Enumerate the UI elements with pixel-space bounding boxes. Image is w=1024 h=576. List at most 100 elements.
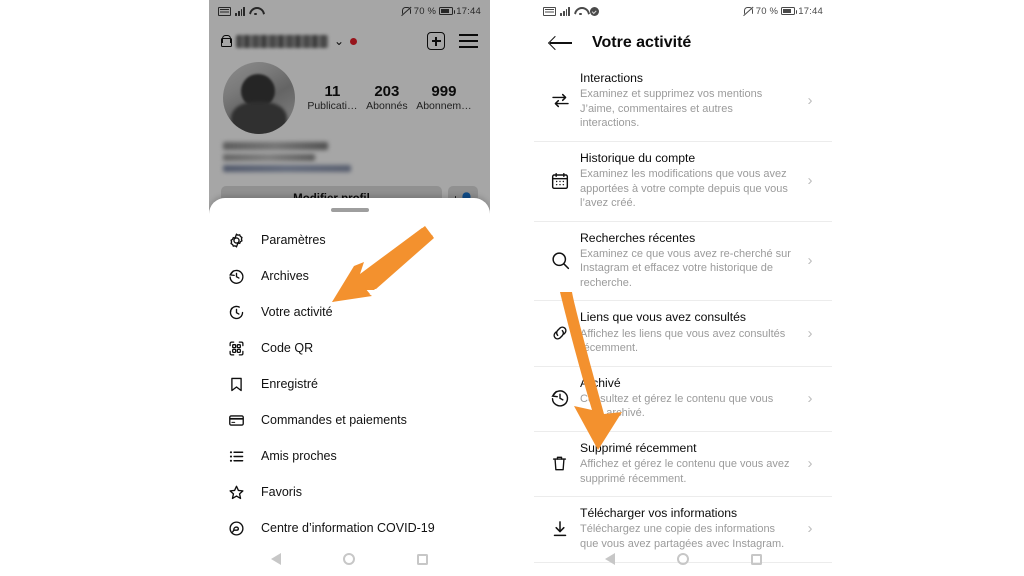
sheet-item-favoris[interactable]: Favoris: [209, 474, 490, 510]
screenshot-stage: 70 % 17:44 ⌄ 11 Publicati… 203 Abonnés 9…: [0, 0, 1024, 576]
sheet-item-enregistre[interactable]: Enregistré: [209, 366, 490, 402]
nav-home-icon[interactable]: [343, 553, 355, 565]
bell-off-icon: [743, 6, 754, 16]
battery-icon: [439, 7, 456, 15]
username-area[interactable]: ⌄: [221, 34, 358, 48]
activity-item-recherches-recentes[interactable]: Recherches récentes Examinez ce que vous…: [534, 222, 832, 302]
bell-off-icon: [401, 6, 412, 16]
stat-abonnes[interactable]: 203 Abonnés: [366, 83, 407, 114]
signal-bars-icon: [235, 6, 246, 16]
sheet-item-label: Commandes et paiements: [261, 413, 407, 427]
sheet-item-amis-proches[interactable]: Amis proches: [209, 438, 490, 474]
wifi-icon: [249, 6, 261, 16]
interactions-arrows-icon: [550, 90, 580, 111]
activity-item-archive[interactable]: Archivé Consultez et gérez le contenu qu…: [534, 367, 832, 432]
chevron-right-icon[interactable]: ›: [802, 173, 818, 188]
sheet-item-code-qr[interactable]: Code QR: [209, 330, 490, 366]
credit-card-icon: [225, 409, 247, 431]
activity-item-liens-consultes[interactable]: Liens que vous avez consultés Affichez l…: [534, 301, 832, 367]
unread-dot-badge: [350, 37, 358, 45]
activity-item-description: Affichez et gérez le contenu que vous av…: [580, 458, 790, 485]
link-icon: [550, 323, 580, 343]
left-status-bar: 70 % 17:44: [209, 0, 490, 22]
clock-label: 17:44: [798, 5, 823, 17]
battery-percent-label: 70 %: [755, 5, 779, 17]
activity-item-description: Examinez ce que vous avez re-cherché sur…: [580, 247, 791, 289]
nav-back-icon[interactable]: [604, 553, 615, 565]
nav-home-icon[interactable]: [676, 553, 689, 565]
activity-item-supprime-recemment[interactable]: Supprimé récemment Affichez et gérez le …: [534, 432, 832, 498]
bookmark-icon: [225, 373, 247, 395]
hamburger-menu-button[interactable]: [459, 34, 478, 48]
sheet-item-label: Centre d’information COVID-19: [261, 521, 435, 535]
qr-code-icon: [225, 337, 247, 359]
chevron-right-icon[interactable]: ›: [802, 326, 818, 341]
chevron-down-icon[interactable]: ⌄: [334, 35, 344, 47]
right-status-bar: 70 % 17:44: [534, 0, 832, 22]
activity-clock-icon: [225, 301, 247, 323]
sheet-item-label: Votre activité: [261, 305, 333, 319]
battery-icon: [781, 7, 798, 15]
left-phone-screen: 70 % 17:44 ⌄ 11 Publicati… 203 Abonnés 9…: [209, 0, 490, 576]
chevron-right-icon[interactable]: ›: [802, 521, 818, 536]
close-friends-list-icon: [225, 445, 247, 467]
stat-value: 203: [374, 82, 400, 100]
activity-item-description: Consultez et gérez le contenu que vous a…: [580, 392, 774, 420]
stat-value: 11: [324, 82, 341, 100]
star-icon: [225, 481, 247, 503]
wifi-icon: [574, 6, 586, 16]
search-icon: [550, 250, 580, 271]
profile-bio-blurred: [223, 142, 490, 172]
nav-recents-icon[interactable]: [417, 553, 428, 565]
sim-card-icon: [543, 6, 556, 16]
activity-item-description: Affichez les liens que vous avez consult…: [580, 327, 786, 355]
back-arrow-icon[interactable]: [550, 36, 572, 50]
profile-options-bottom-sheet: Paramètres Archives Votre activité Code …: [209, 198, 490, 576]
sim-card-icon: [218, 6, 231, 16]
sheet-item-commandes-paiements[interactable]: Commandes et paiements: [209, 402, 490, 438]
stat-value: 999: [431, 82, 457, 100]
download-icon: [550, 519, 580, 539]
lock-icon: [221, 35, 232, 47]
activity-header: Votre activité: [534, 22, 832, 62]
add-content-button[interactable]: [427, 32, 445, 50]
stat-label: Publicati…: [307, 99, 358, 112]
sheet-item-label: Enregistré: [261, 377, 318, 391]
avatar[interactable]: [223, 62, 295, 134]
activity-item-title: Historique du compte: [580, 150, 696, 165]
sheet-item-label: Favoris: [261, 485, 302, 499]
sheet-item-label: Amis proches: [261, 449, 337, 463]
sheet-item-votre-activite[interactable]: Votre activité: [209, 294, 490, 330]
archive-clock-icon: [225, 265, 247, 287]
chevron-right-icon[interactable]: ›: [802, 253, 818, 268]
activity-item-description: Examinez les modifications que vous avez…: [580, 168, 788, 210]
archive-clock-icon: [550, 388, 580, 408]
chevron-right-icon[interactable]: ›: [802, 456, 818, 471]
settings-gear-icon: [225, 229, 247, 251]
nav-recents-icon[interactable]: [750, 553, 762, 565]
sheet-item-label: Paramètres: [261, 233, 326, 247]
activity-item-title: Archivé: [580, 375, 621, 390]
activity-item-title: Liens que vous avez consultés: [580, 310, 746, 325]
activity-item-interactions[interactable]: Interactions Examinez et supprimez vos m…: [534, 62, 832, 142]
sheet-item-centre-info-covid[interactable]: Centre d’information COVID-19: [209, 510, 490, 546]
stat-label: Abonnés: [366, 99, 408, 112]
covid-info-icon: [225, 517, 247, 539]
activity-item-title: Supprimé récemment: [580, 440, 697, 455]
activity-item-description: Examinez et supprimez vos mentions J’aim…: [580, 88, 763, 130]
stat-label: Abonnem…: [416, 99, 472, 112]
stat-abonnements[interactable]: 999 Abonnem…: [416, 83, 471, 114]
trash-icon: [550, 454, 580, 473]
left-android-nav-bar: [209, 542, 490, 576]
sheet-menu-list: Paramètres Archives Votre activité Code …: [209, 212, 490, 546]
chevron-right-icon[interactable]: ›: [802, 391, 818, 406]
stat-publications[interactable]: 11 Publicati…: [307, 83, 357, 114]
profile-stats-row: 11 Publicati… 203 Abonnés 999 Abonnem…: [209, 54, 490, 134]
nav-back-icon[interactable]: [271, 553, 281, 565]
activity-item-historique-du-compte[interactable]: Historique du compte Examinez les modifi…: [534, 142, 832, 222]
right-android-nav-bar: [534, 542, 832, 576]
sheet-item-archives[interactable]: Archives: [209, 258, 490, 294]
chevron-right-icon[interactable]: ›: [802, 93, 818, 108]
sheet-item-parametres[interactable]: Paramètres: [209, 222, 490, 258]
check-circle-icon: [590, 6, 600, 16]
